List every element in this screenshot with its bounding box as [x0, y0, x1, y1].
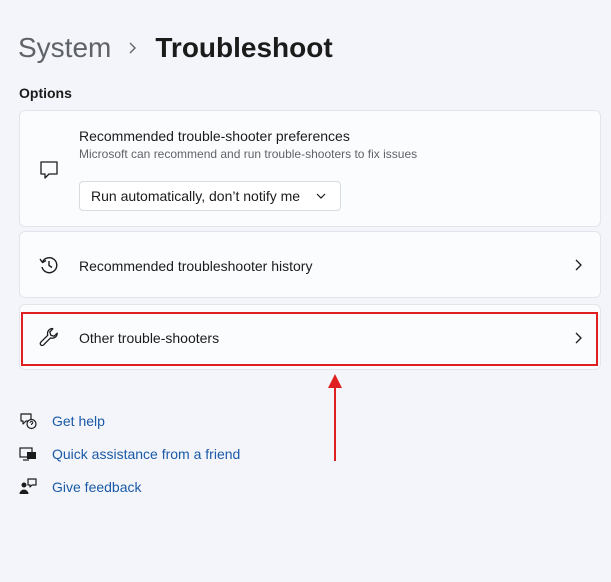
- get-help-label: Get help: [52, 412, 105, 429]
- other-troubleshooters-card[interactable]: Other trouble-shooters: [19, 304, 601, 370]
- chevron-down-icon: [316, 193, 326, 199]
- breadcrumb: System Troubleshoot: [18, 28, 333, 68]
- section-label-options: Options: [19, 85, 72, 101]
- get-help-link[interactable]: Get help: [18, 404, 240, 437]
- quick-assistance-label: Quick assistance from a friend: [52, 445, 241, 462]
- preferences-subtitle: Microsoft can recommend and run trouble-…: [79, 147, 418, 161]
- help-links: Get help Quick assistance from a friend …: [18, 404, 240, 503]
- preferences-dropdown-value: Run automatically, don’t notify me: [91, 188, 301, 204]
- preferences-card: Recommended trouble-shooter preferences …: [19, 110, 601, 227]
- page-title: Troubleshoot: [155, 32, 333, 63]
- chevron-right-icon: [127, 42, 137, 54]
- help-icon: [20, 412, 37, 429]
- wrench-icon: [38, 326, 60, 348]
- feedback-icon: [19, 477, 37, 494]
- history-card[interactable]: Recommended troubleshooter history: [19, 231, 601, 298]
- chevron-right-icon: [575, 259, 582, 271]
- preferences-dropdown[interactable]: Run automatically, don’t notify me: [79, 181, 341, 211]
- quick-assistance-link[interactable]: Quick assistance from a friend: [18, 437, 240, 470]
- remote-assist-icon: [19, 446, 36, 461]
- give-feedback-label: Give feedback: [52, 478, 142, 495]
- breadcrumb-system[interactable]: System: [18, 32, 111, 64]
- chat-bubble-icon: [38, 159, 60, 181]
- chevron-right-icon: [575, 332, 582, 344]
- annotation-arrow-icon: [328, 374, 342, 461]
- history-title: Recommended troubleshooter history: [79, 258, 313, 274]
- give-feedback-link[interactable]: Give feedback: [18, 470, 240, 503]
- history-icon: [38, 254, 60, 276]
- other-troubleshooters-title: Other trouble-shooters: [79, 330, 220, 346]
- preferences-title: Recommended trouble-shooter preferences: [79, 128, 350, 144]
